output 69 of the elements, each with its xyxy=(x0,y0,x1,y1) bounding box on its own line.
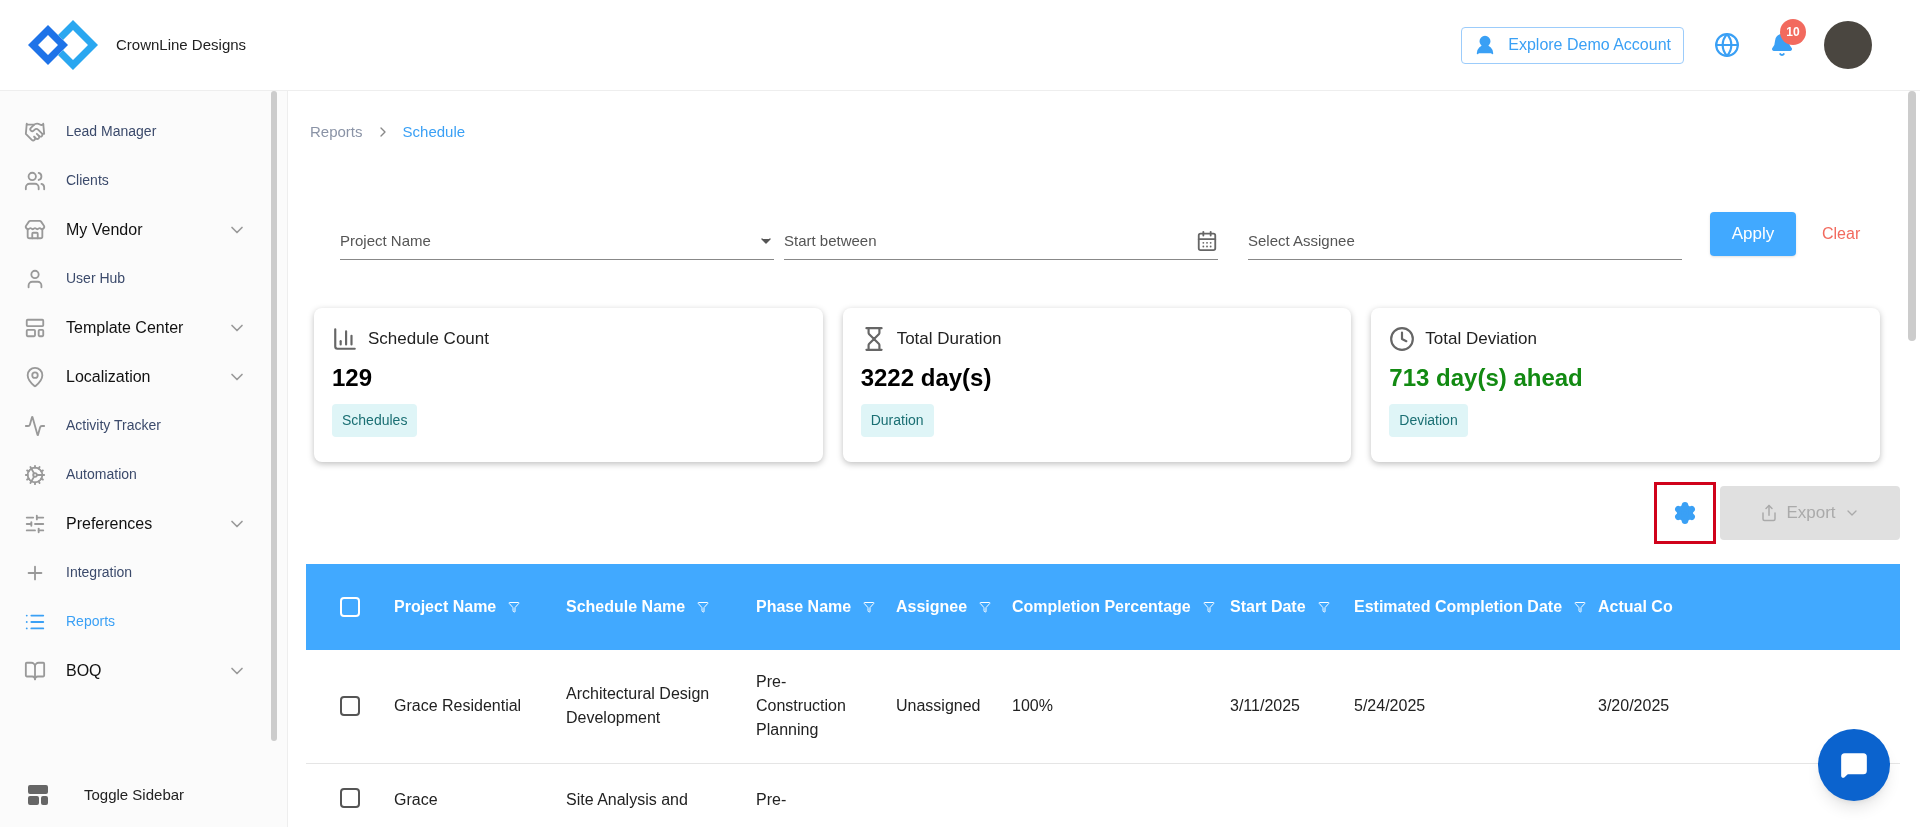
filter-icon xyxy=(697,600,710,613)
table-cell: 100% xyxy=(1012,697,1053,714)
table-cell: Site Analysis and xyxy=(566,790,688,808)
gear-icon xyxy=(24,463,46,486)
filter-icon xyxy=(1574,600,1587,613)
activity-icon xyxy=(24,414,46,437)
table-cell: 5/24/2025 xyxy=(1354,697,1426,714)
table-cell: Pre-Construction Planning xyxy=(756,673,846,738)
filter-icon xyxy=(863,600,876,613)
store-icon xyxy=(24,218,46,241)
sidebar-item[interactable]: BOQ xyxy=(24,646,247,695)
card-title: Total Deviation xyxy=(1425,327,1537,350)
assignee-field[interactable]: Select Assignee xyxy=(1248,223,1682,260)
book-icon xyxy=(24,659,46,682)
start-date-field[interactable]: Start between xyxy=(784,223,1218,260)
sidebar-item[interactable]: Localization xyxy=(24,352,247,401)
table-cell: Architectural Design Development xyxy=(566,685,710,726)
sidebar-item[interactable]: Template Center xyxy=(24,303,247,352)
filter-icon xyxy=(1202,600,1215,613)
card-value: 129 xyxy=(332,362,374,393)
row-checkbox[interactable] xyxy=(340,696,360,716)
card-title: Schedule Count xyxy=(368,327,489,350)
scrollbar[interactable] xyxy=(1908,91,1916,341)
sidebar-item[interactable]: Lead Manager xyxy=(24,107,247,156)
settings-button[interactable] xyxy=(1654,481,1716,544)
toggle-sidebar[interactable]: Toggle Sidebar xyxy=(26,783,287,807)
filter-icon xyxy=(979,600,992,613)
card-title: Total Duration xyxy=(896,327,1002,350)
table-cell: Grace Residential xyxy=(394,697,522,714)
row-checkbox[interactable] xyxy=(340,787,360,808)
filter-icon xyxy=(1317,600,1330,613)
card-tag: Schedules xyxy=(332,403,418,437)
bars-icon xyxy=(332,325,358,352)
table-cell: Unassigned xyxy=(896,697,981,714)
card-value: 713 day(s) ahead xyxy=(1389,362,1584,393)
table-cell: Pre- xyxy=(756,790,787,808)
project-name-select[interactable]: Project Name xyxy=(340,223,774,260)
sidebar-item[interactable]: Clients xyxy=(24,156,247,205)
select-all-checkbox[interactable] xyxy=(340,596,360,617)
people-icon xyxy=(24,169,46,192)
calendar-icon xyxy=(1196,230,1218,252)
sidebar-item[interactable]: Automation xyxy=(24,450,247,499)
chat-icon xyxy=(1840,751,1868,779)
scrollbar[interactable] xyxy=(271,91,277,741)
sidebar-item[interactable]: Preferences xyxy=(24,499,247,548)
layout-icon xyxy=(26,783,50,807)
settings-icon xyxy=(1673,500,1697,525)
layout-icon xyxy=(24,316,46,339)
table-cell: 3/11/2025 xyxy=(1230,697,1300,714)
notification-count: 10 xyxy=(1780,19,1806,45)
sidebar-item[interactable]: My Vendor xyxy=(24,205,247,254)
sidebar-item[interactable]: Integration xyxy=(24,548,247,597)
sidebar-item[interactable]: Activity Tracker xyxy=(24,401,247,450)
sidebar-item[interactable]: User Hub xyxy=(24,254,247,303)
chat-button[interactable] xyxy=(1818,729,1890,801)
card-value: 3222 day(s) xyxy=(860,362,993,393)
clock-icon xyxy=(1389,325,1416,352)
brand-name: CrownLine Designs xyxy=(116,34,247,55)
export-icon xyxy=(1760,503,1779,522)
avatar[interactable] xyxy=(1824,21,1872,69)
card-tag: Duration xyxy=(860,403,934,437)
card-tag: Deviation xyxy=(1389,403,1468,437)
table-cell: Grace xyxy=(394,790,438,808)
table-cell: 3/20/2025 xyxy=(1598,697,1670,714)
handshake-icon xyxy=(24,120,46,143)
map-pin-icon xyxy=(24,365,46,388)
filter-icon xyxy=(508,600,521,613)
sliders-icon xyxy=(24,512,46,535)
globe-icon[interactable] xyxy=(1714,32,1740,58)
